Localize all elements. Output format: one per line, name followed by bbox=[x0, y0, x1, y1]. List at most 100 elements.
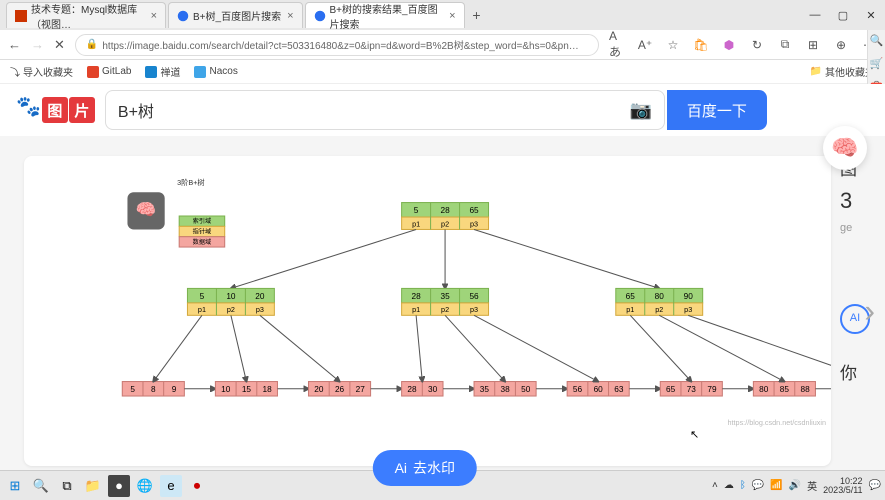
bookmark-item[interactable]: ⤵导入收藏夹 bbox=[10, 64, 73, 79]
svg-text:10: 10 bbox=[221, 385, 231, 394]
explorer-icon[interactable]: 📁 bbox=[82, 475, 104, 497]
svg-text:p1: p1 bbox=[412, 305, 420, 314]
svg-text:15: 15 bbox=[242, 385, 252, 394]
svg-text:数据域: 数据域 bbox=[193, 238, 212, 246]
tray-wechat-icon[interactable]: 💬 bbox=[752, 480, 764, 491]
svg-text:65: 65 bbox=[469, 206, 479, 215]
taskview-icon[interactable]: ⧉ bbox=[56, 475, 78, 497]
shopping-icon[interactable]: 🛍 bbox=[693, 37, 709, 53]
forward-button[interactable]: → bbox=[31, 37, 44, 52]
tray-notif-icon[interactable]: 💬 bbox=[869, 480, 881, 491]
svg-text:p2: p2 bbox=[655, 305, 663, 314]
close-icon[interactable]: × bbox=[449, 10, 455, 22]
tab-label: B+树的搜索结果_百度图片搜索 bbox=[330, 1, 444, 31]
svg-text:8: 8 bbox=[151, 385, 156, 394]
bookmark-item[interactable]: Nacos bbox=[194, 66, 237, 78]
bplus-tree-diagram: 🧠 3阶B+树 索引域 指针域 数据域 5 28 65 p1 p2 p3 bbox=[24, 156, 831, 477]
svg-text:65: 65 bbox=[666, 385, 676, 394]
page-content: 🐾 图片 B+树 📷 百度一下 🧠 图 3 ge AI 你 › 🧠 3阶B+树 … bbox=[0, 84, 885, 500]
remove-watermark-button[interactable]: Ai 去水印 bbox=[373, 450, 477, 486]
refresh-icon[interactable]: ↻ bbox=[749, 37, 765, 53]
other-bookmarks[interactable]: 📁其他收藏夹 bbox=[810, 64, 875, 79]
ext2-icon[interactable]: ⊕ bbox=[833, 37, 849, 53]
sidebar-shop-icon[interactable]: 🛒 bbox=[870, 57, 884, 70]
tray-bt-icon[interactable]: ᛒ bbox=[740, 480, 746, 491]
read-aloud-icon[interactable]: A⁺ bbox=[637, 37, 653, 53]
svg-text:p2: p2 bbox=[441, 219, 449, 228]
translate-icon[interactable]: Aあ bbox=[609, 37, 625, 53]
baidu-icon bbox=[177, 10, 189, 22]
record-icon[interactable]: ⏺ bbox=[186, 475, 208, 497]
favorite-icon[interactable]: ☆ bbox=[665, 37, 681, 53]
collections-icon[interactable]: ⊞ bbox=[805, 37, 821, 53]
new-tab-button[interactable]: + bbox=[467, 7, 487, 23]
browser-tab-active[interactable]: B+树的搜索结果_百度图片搜索 × bbox=[305, 2, 465, 28]
tray-clock[interactable]: 10:22 2023/5/11 bbox=[823, 477, 862, 495]
lock-icon: 🔒 bbox=[86, 39, 98, 50]
svg-text:27: 27 bbox=[356, 385, 366, 394]
svg-text:3阶B+树: 3阶B+树 bbox=[177, 178, 205, 187]
bookmark-bar: ⤵导入收藏夹 GitLab 禅道 Nacos 📁其他收藏夹 bbox=[0, 60, 885, 84]
tray-net-icon[interactable]: 📶 bbox=[770, 480, 782, 491]
baidu-logo[interactable]: 🐾 图片 bbox=[16, 97, 95, 123]
baidu-icon bbox=[314, 10, 326, 22]
diagram-source: https://blog.csdn.net/csdnliuxin bbox=[728, 418, 827, 427]
tupian-text: 图片 bbox=[41, 97, 95, 123]
search-button[interactable]: 百度一下 bbox=[667, 90, 767, 130]
svg-text:28: 28 bbox=[412, 292, 422, 301]
paw-icon: 🐾 bbox=[16, 94, 41, 119]
back-button[interactable]: ← bbox=[8, 37, 21, 52]
url-input[interactable]: 🔒 https://image.baidu.com/search/detail?… bbox=[75, 34, 599, 56]
stop-button[interactable]: ✕ bbox=[54, 37, 65, 53]
svg-text:88: 88 bbox=[801, 385, 811, 394]
split-icon[interactable]: ⧉ bbox=[777, 37, 793, 53]
right-panel-preview: 图 3 ge AI 你 bbox=[840, 154, 862, 390]
edge-icon[interactable]: e bbox=[160, 475, 182, 497]
close-icon[interactable]: × bbox=[287, 10, 293, 22]
nacos-icon bbox=[194, 66, 206, 78]
tray-onedrive-icon[interactable]: ☁ bbox=[724, 480, 734, 491]
bookmark-item[interactable]: 禅道 bbox=[145, 64, 180, 79]
start-button[interactable]: ⊞ bbox=[4, 475, 26, 497]
app-icon[interactable]: ● bbox=[108, 475, 130, 497]
minimize-button[interactable]: — bbox=[801, 0, 829, 30]
tray-vol-icon[interactable]: 🔊 bbox=[789, 480, 801, 491]
maximize-button[interactable]: ▢ bbox=[829, 0, 857, 30]
close-window-button[interactable]: ✕ bbox=[857, 0, 885, 30]
svg-text:63: 63 bbox=[614, 385, 624, 394]
tray-up-icon[interactable]: ˄ bbox=[712, 480, 718, 491]
sidebar-search-icon[interactable]: 🔍 bbox=[870, 34, 884, 47]
browser-tab[interactable]: 技术专题：Mysql数据库（视图… × bbox=[6, 2, 166, 28]
chrome-icon[interactable]: 🌐 bbox=[134, 475, 156, 497]
ai-brain-icon[interactable]: 🧠 bbox=[823, 126, 867, 170]
svg-text:20: 20 bbox=[255, 292, 265, 301]
next-image-button[interactable]: › bbox=[864, 293, 875, 330]
search-task-icon[interactable]: 🔍 bbox=[30, 475, 52, 497]
window-controls: — ▢ ✕ bbox=[801, 0, 885, 30]
svg-text:指针域: 指针域 bbox=[193, 228, 212, 236]
extension-icon[interactable]: ⬢ bbox=[721, 37, 737, 53]
svg-text:p3: p3 bbox=[684, 305, 692, 314]
svg-text:p2: p2 bbox=[227, 305, 235, 314]
svg-text:65: 65 bbox=[626, 292, 636, 301]
zentao-icon bbox=[145, 66, 157, 78]
svg-text:80: 80 bbox=[655, 292, 665, 301]
tray-ime-icon[interactable]: 英 bbox=[807, 478, 817, 493]
import-icon: ⤵ bbox=[10, 64, 20, 79]
gitlab-icon bbox=[87, 66, 99, 78]
bookmark-item[interactable]: GitLab bbox=[87, 66, 131, 78]
svg-text:18: 18 bbox=[263, 385, 273, 394]
svg-text:p3: p3 bbox=[470, 219, 478, 228]
svg-text:28: 28 bbox=[440, 206, 450, 215]
camera-icon[interactable]: 📷 bbox=[629, 100, 651, 121]
tab-label: 技术专题：Mysql数据库（视图… bbox=[31, 1, 145, 31]
svg-text:p1: p1 bbox=[198, 305, 206, 314]
svg-text:90: 90 bbox=[684, 292, 694, 301]
svg-text:85: 85 bbox=[780, 385, 790, 394]
search-input[interactable]: B+树 📷 bbox=[105, 90, 665, 130]
browser-tab[interactable]: B+树_百度图片搜索 × bbox=[168, 2, 303, 28]
close-icon[interactable]: × bbox=[151, 10, 157, 22]
system-tray: ˄ ☁ ᛒ 💬 📶 🔊 英 10:22 2023/5/11 💬 bbox=[712, 477, 881, 495]
svg-text:35: 35 bbox=[480, 385, 490, 394]
svg-text:30: 30 bbox=[428, 385, 438, 394]
